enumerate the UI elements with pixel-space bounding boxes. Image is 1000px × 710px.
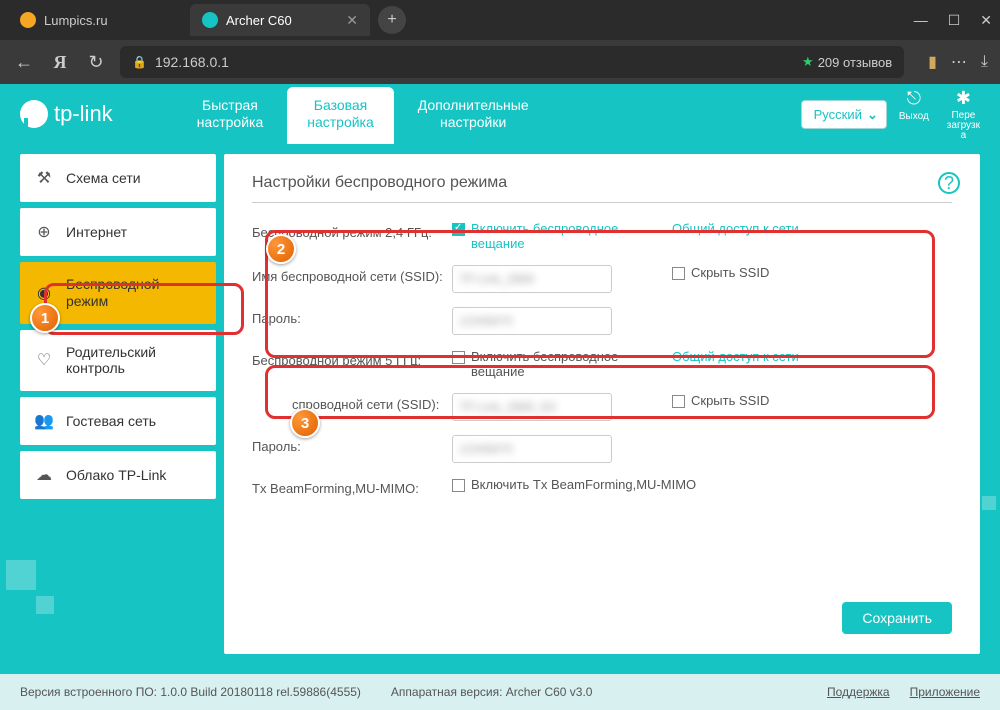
content-panel: ? Настройки беспроводного режима Беспров… — [224, 154, 980, 654]
link-5-share[interactable]: Общий доступ к сети — [672, 349, 799, 364]
checkbox-icon — [452, 479, 465, 492]
sidebar-item-wireless[interactable]: ◉ Беспроводной режим — [20, 262, 216, 324]
checkbox-icon — [672, 395, 685, 408]
logout-button[interactable]: ⎋ Выход — [899, 88, 929, 141]
label-5-pwd: Пароль: — [252, 435, 452, 454]
lock-icon: 🔒 — [132, 55, 147, 69]
firmware-version: Версия встроенного ПО: 1.0.0 Build 20180… — [20, 685, 361, 699]
link-app[interactable]: Приложение — [910, 685, 980, 699]
language-select[interactable]: Русский — [801, 100, 887, 129]
star-icon: ★ — [802, 54, 814, 70]
label-24-pwd: Пароль: — [252, 307, 452, 326]
page-title: Настройки беспроводного режима — [252, 174, 952, 203]
wifi-icon: ◉ — [34, 283, 54, 303]
logo-icon — [20, 100, 48, 128]
cloud-icon: ☁ — [34, 465, 54, 485]
reviews-badge[interactable]: ★ 209 отзывов — [802, 54, 892, 70]
tab-lumpics[interactable]: Lumpics.ru — [8, 4, 188, 36]
sidebar-item-cloud[interactable]: ☁ Облако TP-Link — [20, 451, 216, 499]
input-24-ssid[interactable]: TP-Link_2869 — [452, 265, 612, 293]
checkbox-icon — [672, 267, 685, 280]
reboot-icon: ✱ — [956, 88, 971, 109]
label-24-mode: Беспроводной режим 2,4 ГГц: — [252, 221, 452, 240]
url-text: 192.168.0.1 — [155, 54, 229, 70]
input-5-pwd[interactable]: 12345670 — [452, 435, 612, 463]
input-5-ssid[interactable]: TP-Link_2869_5G — [452, 393, 612, 421]
sidebar-item-network-map[interactable]: ⚒ Схема сети — [20, 154, 216, 202]
sidebar-item-parental[interactable]: ♡ Родительский контроль — [20, 330, 216, 392]
save-button[interactable]: Сохранить — [842, 602, 952, 634]
label-5-ssid: спроводной сети (SSID): — [252, 393, 452, 412]
tab-favicon — [202, 12, 218, 28]
address-bar: ← Я ↻ 🔒 192.168.0.1 ★ 209 отзывов ▮ ⋯ ⤓ — [0, 40, 1000, 84]
help-icon[interactable]: ? — [938, 172, 960, 194]
bookmark-icon[interactable]: ▮ — [928, 52, 937, 72]
heart-icon: ♡ — [34, 350, 54, 370]
label-5-mode: Беспроводной режим 5 ГГц: — [252, 349, 452, 368]
tab-basic[interactable]: Базовая настройка — [287, 87, 394, 144]
people-icon: 👥 — [34, 411, 54, 431]
tab-advanced[interactable]: Дополнительные настройки — [398, 87, 549, 144]
logout-icon: ⎋ — [907, 88, 921, 109]
browser-tab-bar: Lumpics.ru Archer C60 ✕ + — ☐ ✕ — [0, 0, 1000, 40]
checkbox-mimo[interactable]: Включить Tx BeamForming,MU-MIMO — [452, 477, 696, 492]
checkbox-icon — [452, 351, 465, 364]
tab-title: Lumpics.ru — [44, 13, 108, 28]
checkbox-24-enable[interactable]: Включить беспроводное вещание — [452, 221, 652, 251]
menu-icon[interactable]: ⋯ — [951, 52, 967, 72]
maximize-button[interactable]: ☐ — [948, 12, 961, 29]
tab-quick-setup[interactable]: Быстрая настройка — [177, 87, 284, 144]
download-icon[interactable]: ⤓ — [981, 53, 988, 71]
logo: tp-link — [20, 100, 113, 128]
tab-title: Archer C60 — [226, 13, 292, 28]
checkbox-24-hide[interactable]: Скрыть SSID — [672, 265, 952, 280]
router-app: tp-link Быстрая настройка Базовая настро… — [0, 84, 1000, 710]
close-tab-icon[interactable]: ✕ — [346, 12, 358, 29]
checkbox-icon — [452, 223, 465, 236]
label-mimo: Tx BeamForming,MU-MIMO: — [252, 477, 452, 496]
input-24-pwd[interactable]: 12345670 — [452, 307, 612, 335]
label-24-ssid: Имя беспроводной сети (SSID): — [252, 265, 452, 284]
yandex-button[interactable]: Я — [48, 52, 72, 73]
new-tab-button[interactable]: + — [378, 6, 406, 34]
close-window-button[interactable]: ✕ — [980, 12, 992, 29]
link-support[interactable]: Поддержка — [827, 685, 890, 699]
tab-favicon — [20, 12, 36, 28]
reboot-button[interactable]: ✱ Пере загрузк а — [947, 88, 980, 141]
minimize-button[interactable]: — — [914, 12, 928, 29]
checkbox-5-enable[interactable]: Включить беспроводное вещание — [452, 349, 652, 379]
globe-icon: ⊕ — [34, 222, 54, 242]
reload-button[interactable]: ↻ — [84, 52, 108, 73]
link-24-share[interactable]: Общий доступ к сети — [672, 221, 799, 236]
checkbox-5-hide[interactable]: Скрыть SSID — [672, 393, 952, 408]
hardware-version: Аппаратная версия: Archer C60 v3.0 — [391, 685, 593, 699]
top-bar: tp-link Быстрая настройка Базовая настро… — [0, 84, 1000, 144]
network-icon: ⚒ — [34, 168, 54, 188]
tab-archer[interactable]: Archer C60 ✕ — [190, 4, 370, 36]
sidebar-item-internet[interactable]: ⊕ Интернет — [20, 208, 216, 256]
back-button[interactable]: ← — [12, 52, 36, 73]
sidebar-item-guest[interactable]: 👥 Гостевая сеть — [20, 397, 216, 445]
url-input[interactable]: 🔒 192.168.0.1 ★ 209 отзывов — [120, 46, 904, 78]
footer: Версия встроенного ПО: 1.0.0 Build 20180… — [0, 674, 1000, 710]
